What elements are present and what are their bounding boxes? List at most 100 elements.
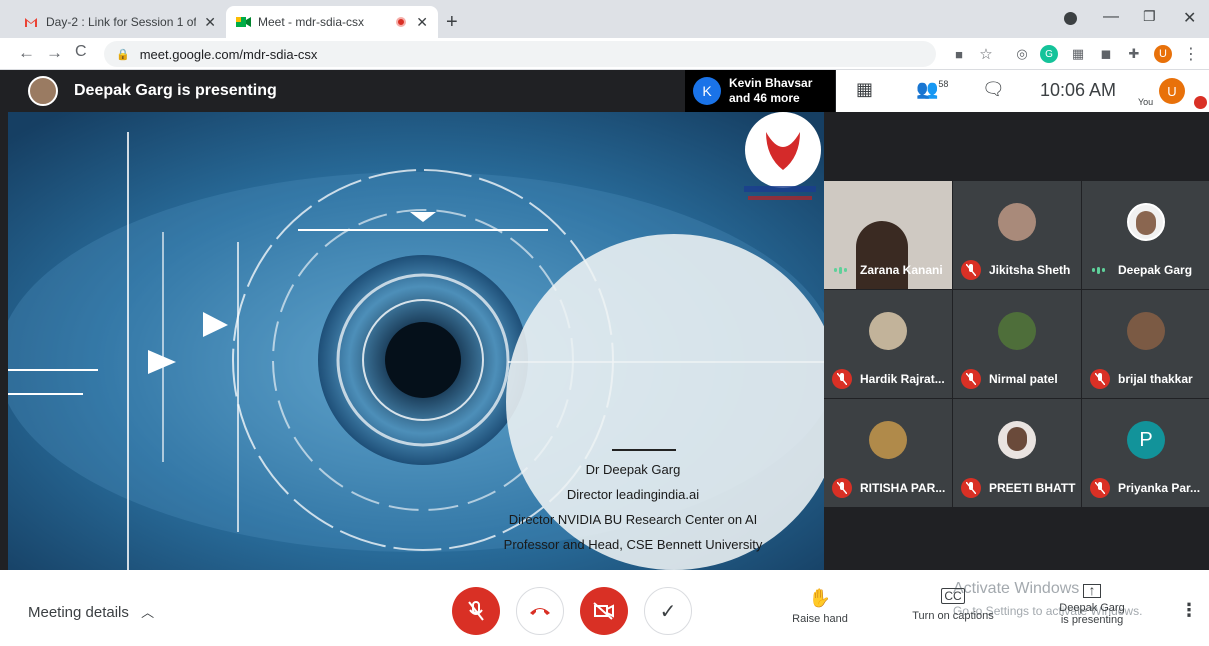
people-icon[interactable]: 👥58 <box>916 79 948 100</box>
avatar: P <box>1127 421 1165 459</box>
checkmark-button[interactable]: ✓ <box>644 587 692 635</box>
you-label: You <box>1138 97 1154 107</box>
avatar: K <box>693 77 721 105</box>
minimize-button[interactable]: — <box>1103 8 1119 26</box>
close-tab-icon[interactable]: ✕ <box>204 14 216 31</box>
presentation-slide: Dr Deepak Garg Director leadingindia.ai … <box>8 112 824 570</box>
participant-name: Priyanka Par... <box>1118 481 1201 495</box>
muted-mic-icon <box>468 601 484 621</box>
reload-icon[interactable]: C <box>75 43 87 61</box>
presenting-title: Deepak Garg is presenting <box>74 82 277 99</box>
grid-extension-icon[interactable]: ▦ <box>1069 45 1087 63</box>
participant-tile[interactable]: Hardik Rajrat... <box>824 290 952 398</box>
meet-icon <box>236 15 251 29</box>
captions-button[interactable]: CC Turn on captions <box>903 588 1003 622</box>
raise-hand-label: Raise hand <box>792 613 848 625</box>
restore-button[interactable]: ❐ <box>1143 8 1156 25</box>
chat-icon[interactable]: 🗨 <box>982 79 1005 100</box>
lock-icon: 🔒 <box>116 48 130 61</box>
avatar <box>1127 312 1165 350</box>
meeting-details-label: Meeting details <box>28 604 129 621</box>
meet-stage: Deepak Garg is presenting K Kevin Bhavsa… <box>0 70 1209 570</box>
camera-toggle-button[interactable] <box>580 587 628 635</box>
credit-line: Director NVIDIA BU Research Center on AI <box>508 512 758 527</box>
captions-label: Turn on captions <box>912 610 994 622</box>
credit-line: Director leadingindia.ai <box>566 487 700 502</box>
camera-off-icon <box>593 602 614 620</box>
close-tab-icon[interactable]: ✕ <box>416 14 428 31</box>
bookmark-star-icon[interactable]: ☆ <box>977 45 995 63</box>
forward-icon[interactable]: → <box>46 43 63 63</box>
tab-title: Meet - mdr-sdia-csx <box>258 15 365 29</box>
avatar <box>998 203 1036 241</box>
back-icon[interactable]: ← <box>18 43 35 63</box>
participant-count: 58 <box>938 79 949 89</box>
presenting-line: Deepak Garg <box>1059 602 1125 614</box>
participant-tile[interactable]: RITISHA PAR... <box>824 399 952 507</box>
profile-avatar[interactable]: U <box>1154 45 1172 63</box>
participant-tile[interactable]: P Priyanka Par... <box>1082 399 1209 507</box>
avatar <box>1127 203 1165 241</box>
grammarly-icon[interactable]: G <box>1040 45 1058 63</box>
participant-name: Jikitsha Sheth <box>989 263 1071 277</box>
muted-mic-icon <box>961 369 981 389</box>
meet-top-bar: Deepak Garg is presenting K Kevin Bhavsa… <box>0 70 1209 112</box>
credit-line: Professor and Head, CSE Bennett Universi… <box>503 537 763 552</box>
hand-icon: ✋ <box>808 588 832 608</box>
muted-mic-icon <box>961 260 981 280</box>
present-button[interactable]: ↑ Deepak Garg is presenting <box>1052 583 1132 626</box>
participant-video <box>856 221 908 289</box>
participant-tile[interactable]: Nirmal patel <box>953 290 1081 398</box>
participant-tile[interactable]: Deepak Garg <box>1082 181 1209 289</box>
mic-toggle-button[interactable] <box>452 587 500 635</box>
muted-mic-icon <box>1090 478 1110 498</box>
extension-icon[interactable]: ◼ <box>1097 45 1115 63</box>
raise-hand-button[interactable]: ✋ Raise hand <box>790 588 850 625</box>
participant-tile[interactable]: PREETI BHATT <box>953 399 1081 507</box>
more-options-icon[interactable]: ⋮ <box>1180 600 1198 621</box>
other-presenter-chip[interactable]: K Kevin Bhavsar and 46 more <box>685 70 835 112</box>
tab-title: Day-2 : Link for Session 1 of GUJ <box>46 15 196 29</box>
muted-mic-icon <box>832 478 852 498</box>
new-tab-button[interactable]: + <box>446 11 458 34</box>
presenter-name: Kevin Bhavsar <box>729 76 813 90</box>
participants-grid: Zarana Kanani Jikitsha Sheth Deepak Garg… <box>824 181 1209 509</box>
chevron-up-icon: ︿ <box>141 605 155 620</box>
you-avatar[interactable]: U <box>1159 78 1185 104</box>
avatar <box>998 421 1036 459</box>
menu-icon[interactable]: ⋮ <box>1182 45 1200 63</box>
tab-gmail[interactable]: Day-2 : Link for Session 1 of GUJ ✕ <box>14 6 226 38</box>
meet-control-bar: Meeting details ︿ ✓ ✋ Raise hand Activat… <box>0 570 1209 646</box>
participant-tile[interactable]: brijal thakkar <box>1082 290 1209 398</box>
meeting-details-button[interactable]: Meeting details ︿ <box>28 602 154 621</box>
url-field[interactable]: 🔒 meet.google.com/mdr-sdia-csx <box>104 41 936 67</box>
browser-tab-bar: Day-2 : Link for Session 1 of GUJ ✕ Meet… <box>0 0 1209 38</box>
layout-icon[interactable]: ▦ <box>856 79 873 100</box>
divider <box>612 449 676 451</box>
presenting-line: is presenting <box>1060 614 1124 626</box>
tab-meet[interactable]: Meet - mdr-sdia-csx ✕ <box>226 6 438 38</box>
avatar <box>869 421 907 459</box>
participant-name: brijal thakkar <box>1118 372 1193 386</box>
check-icon: ✓ <box>659 600 677 623</box>
extension-icon[interactable]: ◎ <box>1013 45 1031 63</box>
clock: 10:06 AM <box>1040 80 1117 100</box>
avatar <box>869 312 907 350</box>
presenter-more: and 46 more <box>729 91 800 105</box>
credit-line: Dr Deepak Garg <box>585 462 681 477</box>
participant-tile[interactable]: Jikitsha Sheth <box>953 181 1081 289</box>
participant-name: Hardik Rajrat... <box>860 372 945 386</box>
participant-name: RITISHA PAR... <box>860 481 946 495</box>
participant-name: Nirmal patel <box>989 372 1058 386</box>
camera-icon[interactable]: ■ <box>950 45 968 63</box>
present-screen-icon: ↑ <box>1083 583 1101 598</box>
participant-tile[interactable]: Zarana Kanani <box>824 181 952 289</box>
tab-search-icon[interactable] <box>1064 12 1077 25</box>
leave-call-button[interactable] <box>516 587 564 635</box>
close-window-button[interactable]: ✕ <box>1183 8 1196 28</box>
url-text: meet.google.com/mdr-sdia-csx <box>139 46 318 62</box>
puzzle-icon[interactable]: ✚ <box>1125 45 1143 63</box>
slide-credits: Dr Deepak Garg Director leadingindia.ai … <box>478 449 788 557</box>
gmail-icon <box>24 15 38 29</box>
avatar <box>998 312 1036 350</box>
